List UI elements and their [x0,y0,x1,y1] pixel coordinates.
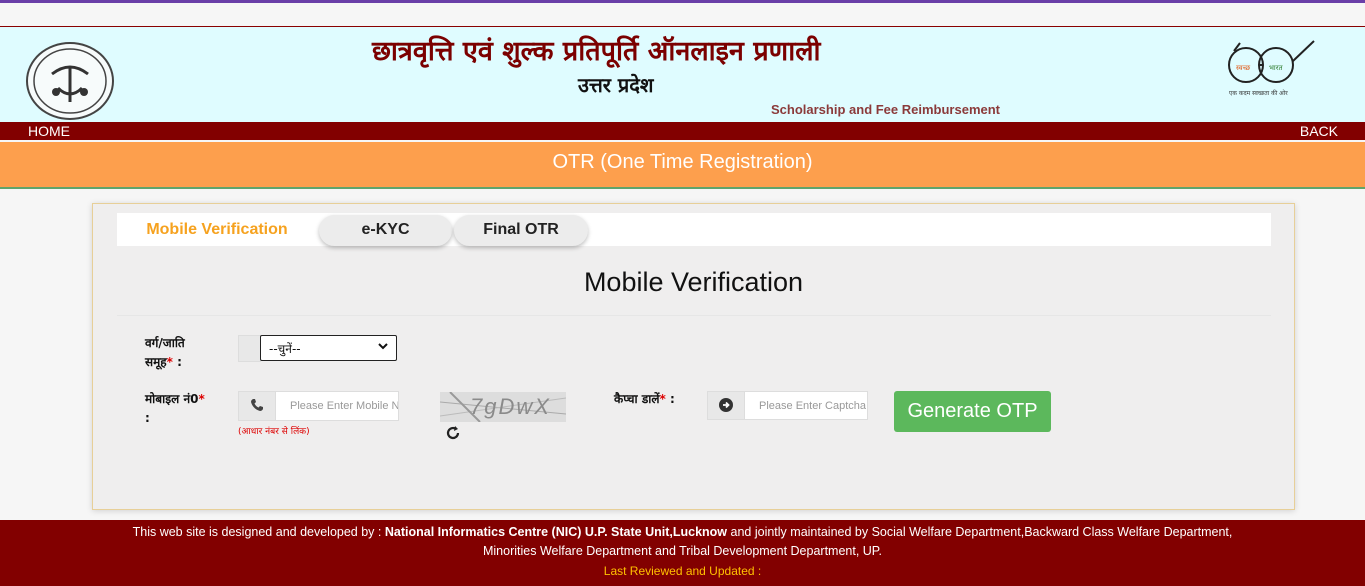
mobile-label-text: मोबाइल नं0 [145,392,199,406]
category-select[interactable]: --चुनें-- [260,335,397,361]
footer-org: National Informatics Centre (NIC) U.P. S… [384,525,728,539]
portal-title-hindi: छात्रवृत्ति एवं शुल्क प्रतिपूर्ति ऑनलाइन… [372,36,821,67]
phone-addon [238,391,276,421]
step-tabs: Mobile Verification e-KYC Final OTR [117,213,1271,246]
tab-ekyc[interactable]: e-KYC [319,215,452,246]
label-colon: : [669,392,675,406]
phone-icon [250,398,264,417]
portal-subtitle-english: Scholarship and Fee Reimbursement [771,102,1001,117]
swachh-tagline: एक कदम स्वच्छता की ओर [1229,90,1288,97]
section-title: Mobile Verification [583,267,804,297]
swachh-word: स्वच्छ [1236,64,1251,72]
aadhaar-link-hint: (आधार नंबर से लिंक) [238,427,310,437]
captcha-text: 7gDwX [470,394,551,419]
state-name-hindi: उत्तर प्रदेश [578,73,654,97]
required-mark: * [166,355,173,369]
home-link[interactable]: HOME [28,123,70,139]
tab-final-otr[interactable]: Final OTR [454,215,588,246]
section-divider [117,315,1271,316]
up-govt-emblem [26,42,114,120]
top-nav-bar: HOME BACK [0,122,1365,140]
label-colon: : [177,355,182,369]
captcha-addon [707,391,745,420]
last-updated: Last Reviewed and Updated : [603,564,762,578]
captcha-image: 7gDwX [440,392,566,422]
refresh-captcha-icon[interactable] [446,426,460,444]
bharat-word: भारत [1269,64,1284,72]
registration-panel: Mobile Verification e-KYC Final OTR Mobi… [92,203,1295,510]
category-addon [238,335,261,362]
tab-mobile-verification[interactable]: Mobile Verification [117,215,317,246]
required-mark: * [659,392,666,406]
top-accent-line [0,0,1365,3]
footer-credits: This web site is designed and developed … [130,523,1235,561]
label-colon: : [145,411,150,425]
site-header: छात्रवृत्ति एवं शुल्क प्रतिपूर्ति ऑनलाइन… [0,26,1365,123]
category-selected-value: --चुनें-- [269,342,301,356]
back-link[interactable]: BACK [1300,123,1338,139]
mobile-label: मोबाइल नं0* : [145,390,205,428]
otr-banner-title: OTR (One Time Registration) [552,151,813,173]
arrow-circle-right-icon [719,398,733,417]
captcha-label: कैप्चा डालें* : [614,390,675,409]
category-label: वर्ग/जाति समूह* : [145,334,185,372]
mobile-input[interactable]: Please Enter Mobile No. [275,391,399,421]
site-footer: This web site is designed and developed … [0,520,1365,586]
chevron-down-icon [377,339,389,355]
category-label-line1: वर्ग/जाति [145,336,185,350]
required-mark: * [198,392,205,406]
generate-otp-button[interactable]: Generate OTP [894,391,1051,432]
captcha-input[interactable]: Please Enter Captcha [744,391,868,420]
captcha-label-text: कैप्चा डालें [614,392,660,406]
otr-banner: OTR (One Time Registration) [0,142,1365,189]
footer-prefix: This web site is designed and developed … [132,525,385,539]
category-label-line2: समूह [145,355,167,369]
